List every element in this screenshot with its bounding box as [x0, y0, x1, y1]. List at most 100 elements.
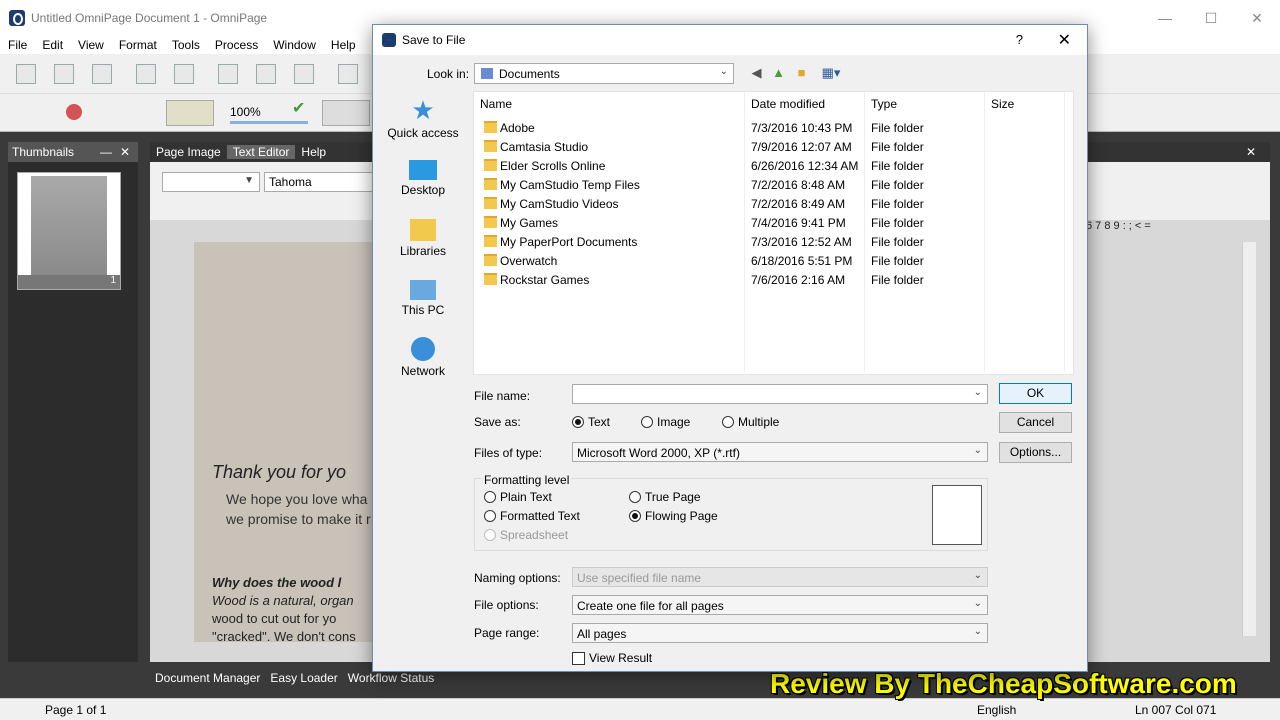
column-type[interactable]: Type: [871, 97, 897, 111]
file-type: File folder: [871, 159, 924, 173]
save-as-text-radio[interactable]: Text: [572, 415, 610, 429]
print-icon[interactable]: [136, 64, 156, 84]
computer-icon: [410, 280, 436, 300]
column-date-modified[interactable]: Date modified: [751, 97, 825, 111]
radio-label: Text: [588, 415, 611, 429]
document-preview-icon: [932, 485, 982, 545]
options-button[interactable]: Options...: [999, 442, 1072, 463]
style-select[interactable]: ▼: [162, 172, 260, 192]
settings-icon[interactable]: [322, 100, 370, 126]
menu-format[interactable]: Format: [111, 38, 164, 52]
minimize-icon[interactable]: —: [1142, 0, 1188, 36]
cut-icon[interactable]: [218, 64, 238, 84]
file-row[interactable]: My PaperPort Documents 7/3/2016 12:52 AM F…: [474, 232, 1074, 251]
file-row[interactable]: Elder Scrolls Online 6/26/2016 12:34 AM Fi…: [474, 156, 1074, 175]
flowing-page-radio[interactable]: Flowing Page: [629, 509, 718, 523]
close-icon[interactable]: ✕: [1234, 0, 1280, 36]
view-menu-icon[interactable]: ▦▾: [819, 64, 843, 81]
file-name-input[interactable]: ⌄: [572, 384, 988, 404]
file-date: 6/26/2016 12:34 AM: [751, 159, 859, 173]
look-in-select[interactable]: Documents ⌄: [474, 63, 734, 84]
file-options-label: File options:: [474, 598, 539, 612]
file-row[interactable]: Camtasia Studio 7/9/2016 12:07 AM File fol…: [474, 137, 1074, 156]
formatted-text-radio[interactable]: Formatted Text: [484, 509, 580, 523]
save-as-multiple-radio[interactable]: Multiple: [722, 415, 779, 429]
save-as-image-radio[interactable]: Image: [641, 415, 690, 429]
place-desktop[interactable]: Desktop: [385, 157, 461, 197]
files-of-type-value: Microsoft Word 2000, XP (*.rtf): [577, 446, 740, 460]
page-thumbnail[interactable]: 1: [17, 172, 121, 290]
file-date: 7/2/2016 8:49 AM: [751, 197, 846, 211]
close-panel-icon[interactable]: ✕: [120, 145, 130, 159]
tab-document-manager[interactable]: Document Manager: [150, 671, 265, 685]
tab-workflow-status[interactable]: Workflow Status: [343, 671, 439, 685]
file-row[interactable]: My Games 7/4/2016 9:41 PM File folder: [474, 213, 1074, 232]
chevron-down-icon[interactable]: ⌄: [974, 387, 982, 398]
load-image-icon[interactable]: [166, 100, 214, 126]
tab-page-image[interactable]: Page Image: [150, 145, 227, 159]
menu-help[interactable]: Help: [323, 38, 363, 52]
power-icon[interactable]: [66, 104, 82, 120]
file-row[interactable]: My CamStudio Temp Files 7/2/2016 8:48 AM F…: [474, 175, 1074, 194]
files-of-type-select[interactable]: Microsoft Word 2000, XP (*.rtf) ⌄: [572, 442, 988, 462]
menu-file[interactable]: File: [0, 38, 34, 52]
chevron-down-icon: ⌄: [719, 66, 728, 77]
radio-label: Flowing Page: [645, 509, 718, 523]
place-quick-access[interactable]: ★ Quick access: [385, 97, 461, 140]
column-size[interactable]: Size: [991, 97, 1014, 111]
file-type: File folder: [871, 235, 924, 249]
save-to-file-dialog: Save to File ? ✕ Look in: Documents ⌄ ◀ …: [372, 24, 1088, 672]
proof-icon[interactable]: [174, 64, 194, 84]
maximize-icon[interactable]: ☐: [1188, 0, 1234, 36]
place-network[interactable]: Network: [385, 337, 461, 378]
plain-text-radio[interactable]: Plain Text: [484, 490, 552, 504]
file-row[interactable]: Overwatch 6/18/2016 5:51 PM File folder: [474, 251, 1074, 270]
tab-easy-loader[interactable]: Easy Loader: [265, 671, 342, 685]
cancel-button[interactable]: Cancel: [999, 412, 1072, 433]
file-name: My PaperPort Documents: [500, 235, 638, 249]
file-row[interactable]: My CamStudio Videos 7/2/2016 8:49 AM File …: [474, 194, 1074, 213]
file-row[interactable]: Adobe 7/3/2016 10:43 PM File folder: [474, 118, 1074, 137]
tab-text-editor[interactable]: Text Editor: [226, 145, 296, 159]
file-date: 6/18/2016 5:51 PM: [751, 254, 853, 268]
menu-view[interactable]: View: [70, 38, 111, 52]
save-icon[interactable]: [92, 64, 112, 84]
menu-tools[interactable]: Tools: [164, 38, 207, 52]
copy-icon[interactable]: [256, 64, 276, 84]
column-name[interactable]: Name: [480, 97, 512, 111]
menu-edit[interactable]: Edit: [34, 38, 70, 52]
new-document-icon[interactable]: [16, 64, 36, 84]
ok-button[interactable]: OK: [999, 383, 1072, 404]
minimize-panel-icon[interactable]: —: [100, 145, 112, 159]
file-options-select[interactable]: Create one file for all pages ⌄: [572, 595, 988, 615]
font-select[interactable]: Tahoma: [264, 172, 374, 192]
app-title: Untitled OmniPage Document 1 - OmniPage: [31, 11, 268, 25]
paste-icon[interactable]: [294, 64, 314, 84]
vertical-scrollbar[interactable]: [1242, 242, 1256, 636]
file-type: File folder: [871, 216, 924, 230]
menu-window[interactable]: Window: [265, 38, 323, 52]
scan-icon[interactable]: [54, 64, 74, 84]
file-type: File folder: [871, 121, 924, 135]
tab-help[interactable]: Help: [295, 145, 332, 159]
back-icon[interactable]: ◀: [748, 64, 765, 81]
help-button[interactable]: ?: [1016, 32, 1023, 47]
place-this-pc[interactable]: This PC: [385, 277, 461, 317]
place-libraries[interactable]: Libraries: [385, 217, 461, 258]
page-range-select[interactable]: All pages ⌄: [572, 623, 988, 643]
folder-icon: [484, 216, 497, 228]
file-row[interactable]: Rockstar Games 7/6/2016 2:16 AM File folde…: [474, 270, 1074, 289]
up-folder-icon[interactable]: ▲: [770, 64, 787, 81]
true-page-radio[interactable]: True Page: [629, 490, 701, 504]
folder-icon: [484, 273, 497, 285]
menu-process[interactable]: Process: [207, 38, 265, 52]
radio-icon: [629, 491, 641, 503]
files-of-type-label: Files of type:: [474, 446, 543, 460]
folder-icon: [484, 235, 497, 247]
thumbnails-header: Thumbnails — ✕: [8, 142, 138, 162]
dialog-close-icon[interactable]: ✕: [1058, 30, 1071, 50]
undo-icon[interactable]: [338, 64, 358, 84]
new-folder-icon[interactable]: ■: [793, 64, 810, 81]
close-editor-icon[interactable]: ✕: [1240, 145, 1262, 159]
view-result-checkbox[interactable]: View Result: [572, 651, 652, 665]
